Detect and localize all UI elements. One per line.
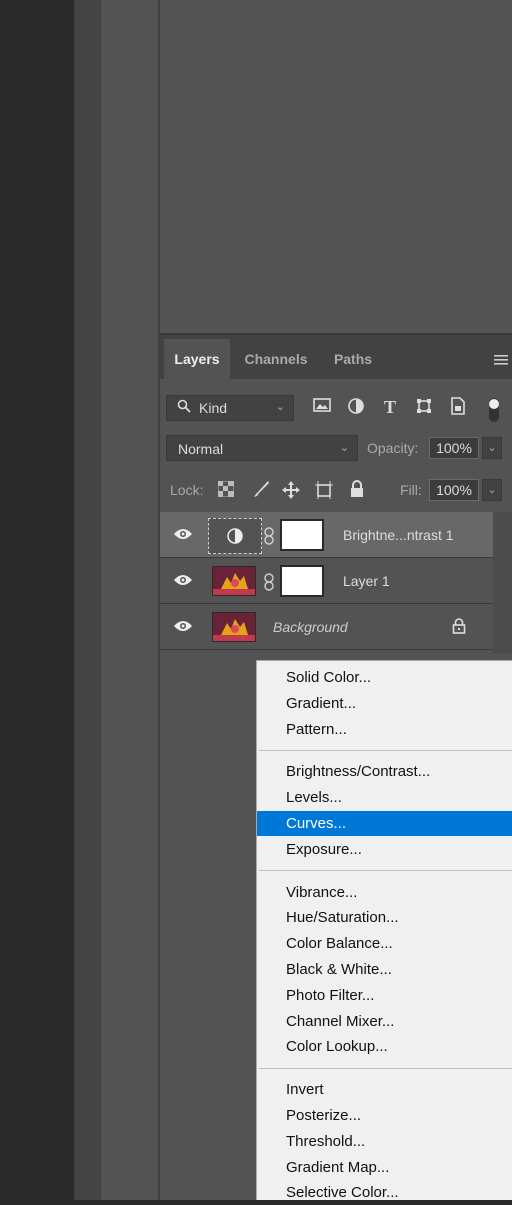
filter-toggle-icon[interactable] (484, 397, 504, 422)
lock-transparent-pixels-icon[interactable] (217, 480, 235, 502)
canvas-area (0, 0, 74, 1200)
upper-panel (160, 0, 512, 333)
adjustment-thumbnail[interactable] (208, 518, 262, 554)
menu-item-levels[interactable]: Levels... (257, 785, 512, 810)
layer-name[interactable]: Background (273, 619, 348, 635)
menu-item-brightness-contrast[interactable]: Brightness/Contrast... (257, 759, 512, 784)
menu-separator (259, 1067, 512, 1069)
kind-filter-select[interactable]: Kind ⌄ (166, 395, 294, 421)
lock-position-icon[interactable] (281, 480, 301, 505)
tab-paths[interactable]: Paths (320, 339, 386, 379)
menu-item-color-lookup[interactable]: Color Lookup... (257, 1034, 512, 1059)
menu-item-solid-color[interactable]: Solid Color... (257, 665, 512, 690)
layer-mask-thumbnail[interactable] (280, 565, 324, 597)
link-chain-icon[interactable] (263, 573, 275, 594)
menu-item-invert[interactable]: Invert (257, 1077, 512, 1102)
menu-item-posterize[interactable]: Posterize... (257, 1103, 512, 1128)
menu-separator (259, 870, 512, 872)
panel-menu-icon[interactable] (494, 353, 508, 369)
adjustment-layer-menu: Solid Color... Gradient... Pattern... Brigh… (256, 660, 512, 1201)
layer-row-background[interactable]: Background (160, 604, 493, 650)
fill-label: Fill: (400, 482, 422, 498)
menu-item-pattern[interactable]: Pattern... (257, 717, 512, 742)
layer-name[interactable]: Brightne...ntrast 1 (343, 527, 454, 543)
layer-name[interactable]: Layer 1 (343, 573, 390, 589)
menu-separator (259, 749, 512, 751)
adjustment-icon[interactable] (346, 397, 366, 417)
lock-artboard-icon[interactable] (314, 480, 334, 505)
menu-item-selective-color[interactable]: Selective Color... (257, 1180, 512, 1205)
layer-thumbnail[interactable] (212, 566, 256, 596)
search-icon (177, 399, 191, 416)
tab-layers[interactable]: Layers (164, 339, 230, 379)
menu-item-vibrance[interactable]: Vibrance... (257, 880, 512, 905)
menu-item-hue-saturation[interactable]: Hue/Saturation... (257, 905, 512, 930)
layer-row-layer-1[interactable]: Layer 1 (160, 558, 493, 604)
lock-image-pixels-icon[interactable] (252, 480, 270, 503)
type-icon[interactable]: T (380, 397, 400, 417)
opacity-label: Opacity: (367, 440, 419, 456)
blend-mode-value: Normal (178, 441, 224, 457)
menu-item-exposure[interactable]: Exposure... (257, 837, 512, 862)
chevron-down-icon: ⌄ (339, 442, 349, 454)
menu-item-curves[interactable]: Curves... (257, 811, 512, 836)
menu-item-photo-filter[interactable]: Photo Filter... (257, 983, 512, 1008)
tab-channels[interactable]: Channels (232, 339, 320, 379)
layer-mask-thumbnail[interactable] (280, 519, 324, 551)
toolbar-strip (74, 0, 100, 1200)
chevron-down-icon: ⌄ (275, 401, 285, 413)
layer-lock-icon[interactable] (452, 618, 466, 634)
visibility-eye-icon[interactable] (173, 527, 193, 543)
fill-input[interactable]: 100% (429, 479, 479, 501)
visibility-eye-icon[interactable] (173, 573, 193, 589)
lock-row: Lock: Fill: 100% ⌄ (160, 475, 512, 505)
layer-row-brightness-contrast[interactable]: Brightne...ntrast 1 (160, 512, 493, 558)
lock-all-icon[interactable] (349, 480, 365, 503)
menu-item-color-balance[interactable]: Color Balance... (257, 931, 512, 956)
blend-mode-select[interactable]: Normal ⌄ (166, 435, 358, 461)
visibility-eye-icon[interactable] (173, 619, 193, 635)
shape-icon[interactable] (414, 397, 434, 417)
menu-item-black-white[interactable]: Black & White... (257, 957, 512, 982)
menu-item-gradient[interactable]: Gradient... (257, 691, 512, 716)
menu-item-threshold[interactable]: Threshold... (257, 1129, 512, 1154)
layer-thumbnail[interactable] (212, 612, 256, 642)
opacity-dropdown-button[interactable]: ⌄ (482, 437, 502, 459)
fill-dropdown-button[interactable]: ⌄ (482, 479, 502, 501)
menu-item-channel-mixer[interactable]: Channel Mixer... (257, 1009, 512, 1034)
panel-tabbar: Layers Channels Paths (160, 335, 512, 379)
menu-item-gradient-map[interactable]: Gradient Map... (257, 1155, 512, 1180)
image-icon[interactable] (312, 397, 332, 417)
layers-scrollbar[interactable] (493, 512, 512, 654)
lock-label: Lock: (170, 482, 204, 498)
panel-dock-column (100, 0, 160, 1200)
smart-object-icon[interactable] (448, 397, 468, 417)
opacity-input[interactable]: 100% (429, 437, 479, 459)
kind-label: Kind (199, 400, 228, 416)
link-chain-icon[interactable] (263, 527, 275, 548)
